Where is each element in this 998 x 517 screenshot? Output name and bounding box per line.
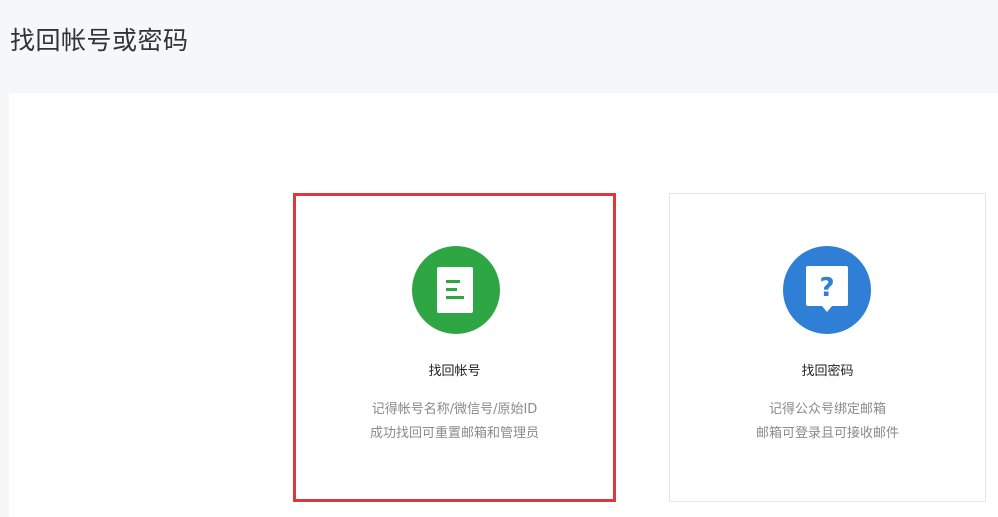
recover-password-card[interactable]: ? 找回密码 记得公众号绑定邮箱 邮箱可登录且可接收邮件 <box>669 193 986 502</box>
document-icon <box>412 246 500 334</box>
recover-account-desc-line: 记得帐号名称/微信号/原始ID <box>371 402 538 417</box>
recover-password-desc-line: 邮箱可登录且可接收邮件 <box>755 426 899 441</box>
question-icon: ? <box>783 246 871 334</box>
recover-account-desc-line: 成功找回可重置邮箱和管理员 <box>369 426 539 441</box>
recover-password-title: 找回密码 <box>801 364 854 379</box>
recover-password-desc-line: 记得公众号绑定邮箱 <box>768 402 886 417</box>
svg-text:?: ? <box>819 273 834 303</box>
recover-account-card[interactable]: 找回帐号 记得帐号名称/微信号/原始ID 成功找回可重置邮箱和管理员 <box>293 193 616 502</box>
recover-account-title: 找回帐号 <box>428 364 481 379</box>
page-title: 找回帐号或密码 <box>10 26 189 55</box>
page: 找回帐号或密码 找回帐号 记得帐号名称/微信号/原始ID 成功找回可重置邮箱和管… <box>0 0 998 517</box>
recover-account-description: 记得帐号名称/微信号/原始ID 成功找回可重置邮箱和管理员 <box>296 398 613 446</box>
recover-password-description: 记得公众号绑定邮箱 邮箱可登录且可接收邮件 <box>670 398 985 446</box>
